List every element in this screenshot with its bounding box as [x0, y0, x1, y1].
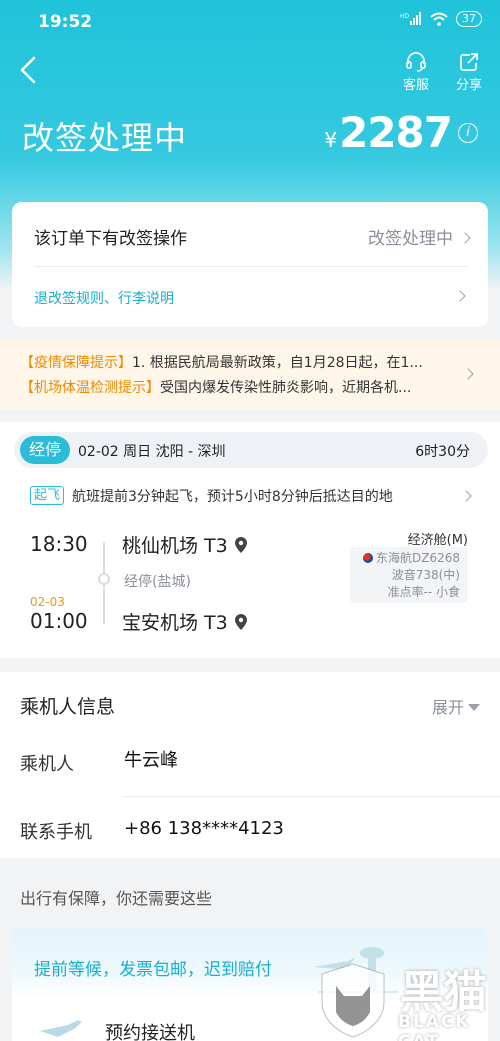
departure-airport-name: 桃仙机场 T3 [122, 535, 228, 557]
promo-text: 提前等候，发票包邮，迟到赔付 [34, 960, 272, 980]
flight-card: 经停 02-02 周日 沈阳 - 深圳 6时30分 起飞 航班提前3分钟起飞，预… [0, 422, 500, 658]
cabin-class: 经济舱(M) [407, 533, 468, 548]
caret-down-icon [468, 704, 480, 711]
price-value: 2287 [339, 108, 453, 157]
cat-shield-logo [321, 963, 385, 1038]
notice-line-2: 【机场体温检测提示】受国内爆发传染性肺炎影响，近期各机... [20, 377, 450, 397]
hd-signal-icon: HD [400, 12, 421, 25]
divider [124, 796, 500, 797]
status-time: 19:52 [38, 12, 93, 32]
passenger-name: 牛云峰 [124, 750, 178, 771]
flight-duration: 6时30分 [415, 444, 470, 460]
arrival-airport[interactable]: 宝安机场 T3 [122, 608, 248, 635]
price-info-icon[interactable]: i [458, 122, 478, 143]
takeoff-status[interactable]: 航班提前3分钟起飞，预计5小时8分钟后抵达目的地 [72, 486, 393, 506]
wifi-icon [430, 12, 448, 26]
notice-text: 1. 根据民航局最新政策，自1月28日起，在1... [132, 355, 423, 371]
svg-text:HD: HD [400, 13, 410, 20]
takeoff-tag: 起飞 [30, 486, 65, 505]
arrival-airport-name: 宝安机场 T3 [122, 612, 228, 634]
headset-icon [406, 52, 426, 72]
expand-label: 展开 [431, 698, 464, 717]
share-icon [460, 53, 478, 71]
airline-flight-no: 东海航DZ6268 [375, 551, 460, 565]
change-status-text: 改签处理中 [368, 229, 453, 249]
punctuality-meal: 准点率-- 小食 [387, 585, 460, 599]
price-currency: ¥ [324, 128, 338, 152]
customer-service-label: 客服 [402, 78, 429, 93]
change-notice: 该订单下有改签操作 [34, 229, 187, 249]
aircraft-type: 波音738(中) [391, 568, 460, 582]
customer-service-button[interactable]: 客服 [396, 52, 436, 93]
chevron-right-icon[interactable] [460, 490, 472, 502]
flight-header: 经停 02-02 周日 沈阳 - 深圳 6时30分 [14, 432, 488, 468]
location-pin-icon [234, 613, 247, 630]
chevron-right-icon [462, 368, 474, 380]
airplane-icon [40, 1020, 82, 1037]
expand-button[interactable]: 展开 [432, 694, 480, 718]
share-label: 分享 [455, 78, 482, 93]
phone-label: 联系手机 [20, 822, 92, 843]
black-cat-watermark: 黑猫 BLACK CAT [318, 958, 500, 1041]
change-status: 改签处理中 [368, 224, 471, 249]
stopover-badge: 经停 [20, 436, 70, 464]
notice-tag: 【机场体温检测提示】 [20, 380, 160, 396]
status-icons: HD 37 [400, 11, 482, 27]
arrival-date: 02-03 [30, 595, 65, 609]
guarantee-section-title: 出行有保障，你还需要这些 [20, 889, 213, 908]
passenger-section-title: 乘机人信息 [20, 696, 116, 718]
refund-rules-link[interactable]: 退改签规则、行李说明 [34, 288, 174, 308]
notice-tag: 【疫情保障提示】 [20, 355, 132, 371]
notice-line-1: 【疫情保障提示】1. 根据民航局最新政策，自1月28日起，在1... [20, 352, 450, 372]
notice-text: 受国内爆发传染性肺炎影响，近期各机... [160, 380, 412, 396]
airport-transfer-item[interactable]: 预约接送机 [105, 1019, 195, 1041]
total-price: ¥ 2287 i [324, 108, 478, 157]
share-button[interactable]: 分享 [449, 52, 489, 93]
flight-date-route: 02-02 周日 沈阳 - 深圳 [78, 444, 226, 460]
change-status-row[interactable]: 该订单下有改签操作 改签处理中 [34, 224, 471, 250]
notice-banner[interactable]: 【疫情保障提示】1. 根据民航局最新政策，自1月28日起，在1... 【机场体温… [0, 340, 500, 410]
airline-row: 东海航DZ6268 [350, 550, 460, 567]
watermark-en: BLACK CAT [398, 1012, 471, 1041]
status-bar: 19:52 HD 37 [0, 0, 500, 42]
arrival-time: 01:00 [30, 609, 88, 633]
stopover-dot [98, 573, 110, 585]
passenger-label: 乘机人 [20, 754, 74, 775]
back-icon[interactable] [16, 55, 42, 85]
stopover-city: 经停(盐城) [124, 574, 191, 590]
departure-time: 18:30 [30, 532, 88, 556]
divider [34, 266, 468, 267]
page-title: 改签处理中 [22, 119, 188, 157]
chevron-right-icon [459, 232, 471, 244]
chevron-right-icon[interactable] [454, 290, 466, 302]
flight-details: 东海航DZ6268 波音738(中) 准点率-- 小食 [350, 547, 468, 603]
order-status-card: 该订单下有改签操作 改签处理中 退改签规则、行李说明 [12, 202, 488, 327]
passenger-info-card: 乘机人信息 展开 乘机人 牛云峰 联系手机 +86 138****4123 [0, 672, 500, 858]
watermark-cn: 黑猫 [400, 967, 487, 1018]
location-pin-icon [234, 536, 247, 553]
phone-number: +86 138****4123 [124, 818, 284, 839]
battery-indicator: 37 [456, 11, 482, 27]
airline-logo-icon [362, 553, 373, 563]
departure-airport[interactable]: 桃仙机场 T3 [122, 531, 248, 558]
